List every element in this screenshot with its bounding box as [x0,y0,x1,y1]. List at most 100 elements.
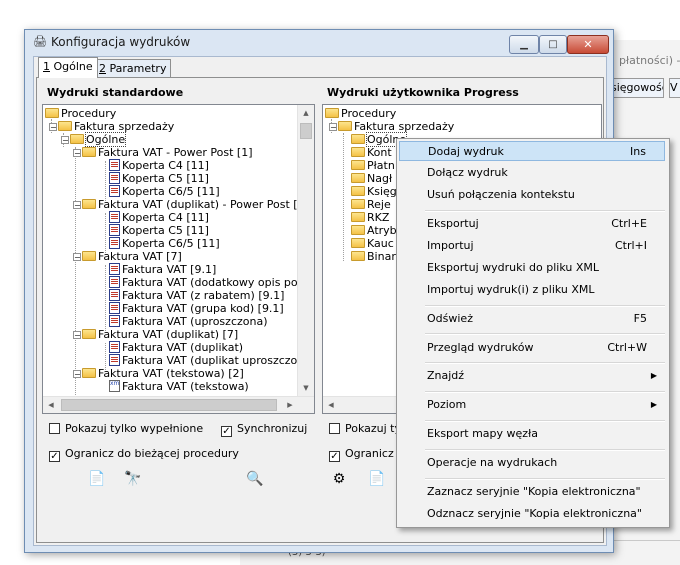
tree-node-vat-discount[interactable]: Faktura VAT (z rabatem) [9.1] [109,289,284,302]
background-v-button[interactable]: V [669,78,680,98]
tree-node-vat-group-code[interactable]: Faktura VAT (grupa kod) [9.1] [109,302,284,315]
checkbox-unchecked-icon[interactable] [49,423,60,434]
tree-node-sales-invoice[interactable]: − Faktura sprzedaży [329,120,454,133]
tree-node-vat-7[interactable]: − Faktura VAT [7] [73,250,182,263]
tree-node-envelope-c65[interactable]: Koperta C6/5 [11] [109,237,220,250]
window-titlebar[interactable]: 🖨 Konfiguracja wydruków ▁ □ ✕ [25,30,613,56]
folder-icon [82,199,96,209]
checkbox-unchecked-icon[interactable] [329,423,340,434]
maximize-button[interactable]: □ [539,35,567,54]
menu-item-refresh[interactable]: Odśwież F5 [399,309,665,329]
tree-node-envelope-c5[interactable]: Koperta C5 [11] [109,172,209,185]
menu-item-shortcut: Ctrl+E [611,217,647,230]
tree-node-label: Płatn [367,159,395,172]
menu-item-find[interactable]: Znajdź ▶ [399,366,665,386]
tree-node-ksieg[interactable]: Księg [351,185,397,198]
menu-item-unmark-electronic-copy[interactable]: Odznacz seryjnie "Kopia elektroniczna" [399,504,665,524]
standard-prints-tree[interactable]: Procedury − Faktura sprzedaży − Ogólne − Fa… [42,104,315,414]
tree-node-atryb[interactable]: Atryb [351,224,397,237]
tree-node-vat-91[interactable]: Faktura VAT [9.1] [109,263,216,276]
menu-item-export-node-map[interactable]: Eksport mapy węzła [399,424,665,444]
tree-node-envelope-c65[interactable]: Koperta C6/5 [11] [109,185,220,198]
tree-node-procedures[interactable]: Procedury [325,107,396,120]
close-icon: ✕ [583,38,593,51]
menu-item-level[interactable]: Poziom ▶ [399,395,665,415]
menu-item-remove-context-links[interactable]: Usuń połączenia kontekstu [399,185,665,205]
scroll-down-icon[interactable]: ▼ [298,380,314,396]
tree-node-platn[interactable]: Płatn [351,159,395,172]
checkbox-checked-icon[interactable]: ✓ [49,451,60,462]
tree-node-vat-text[interactable]: xmlFaktura VAT (tekstowa) [109,380,249,393]
report-icon [109,315,120,327]
user-copy-button[interactable]: 📄 [365,467,389,491]
minimize-icon: ▁ [520,39,528,50]
tree-node-envelope-c4[interactable]: Koperta C4 [11] [109,211,209,224]
menu-item-shortcut: F5 [633,312,647,325]
menu-item-import[interactable]: Importuj Ctrl+I [399,236,665,256]
tree-node-rkz[interactable]: RKZ [351,211,389,224]
tree-node-envelope-c5[interactable]: Koperta C5 [11] [109,224,209,237]
tab-parameters[interactable]: 2 Parametry [94,59,172,78]
collapse-icon[interactable]: − [73,370,81,379]
synchronize-checkbox[interactable]: ✓ Synchronizuj [221,422,307,437]
tree-node-label: Binar [367,250,396,263]
tree-node-vat-duplicate[interactable]: Faktura VAT (duplikat) [109,341,243,354]
menu-item-attach-print[interactable]: Dołącz wydruk [399,163,665,183]
tree-node-vat-duplicate-7[interactable]: − Faktura VAT (duplikat) [7] [73,328,238,341]
tree-node-kont[interactable]: Kont [351,146,392,159]
collapse-icon[interactable]: − [329,123,337,132]
collapse-icon[interactable]: − [73,149,81,158]
folder-icon [351,225,365,235]
minimize-button[interactable]: ▁ [509,35,539,54]
tree-node-vat-text-2[interactable]: − Faktura VAT (tekstowa) [2] [73,367,244,380]
menu-item-add-print[interactable]: Dodaj wydruk Ins [399,141,665,161]
checkbox-checked-icon[interactable]: ✓ [329,451,340,462]
tree-node-nagl[interactable]: Nagł [351,172,392,185]
user-settings-button[interactable]: ⚙ [327,467,351,491]
tree-node-vat-duplicate-power-post[interactable]: − Faktura VAT (duplikat) - Power Post [1] [73,198,309,211]
menu-item-shortcut: Ctrl+W [607,341,647,354]
scroll-left-icon[interactable]: ◀ [323,397,339,413]
standard-tree-vscroll[interactable]: ▲ ▼ [297,105,314,396]
show-only-filled-checkbox[interactable]: Pokazuj tylko wypełnione [49,422,203,435]
tree-node-label: Kont [367,146,392,159]
limit-to-current-procedure-checkbox[interactable]: ✓ Ogranicz do bieżącej procedury [49,447,239,462]
tree-node-procedures[interactable]: Procedury [45,107,116,120]
scroll-up-icon[interactable]: ▲ [298,105,314,121]
tree-node-vat-extra-desc[interactable]: Faktura VAT (dodatkowy opis pozyc [109,276,314,289]
menu-item-export-xml[interactable]: Eksportuj wydruki do pliku XML [399,258,665,278]
tree-node-binar[interactable]: Binar [351,250,396,263]
scroll-left-icon[interactable]: ◀ [43,397,59,413]
standard-tree-hscroll[interactable]: ◀ ▶ [43,396,314,413]
collapse-icon[interactable]: − [73,201,81,210]
tab-parameters-label: Parametry [106,62,167,75]
tree-node-vat-power-post[interactable]: − Faktura VAT - Power Post [1] [73,146,253,159]
checkbox-checked-icon[interactable]: ✓ [221,426,232,437]
tree-node-envelope-c4[interactable]: Koperta C4 [11] [109,159,209,172]
find-binoculars-button[interactable]: 🔭 [121,467,145,491]
menu-item-print-operations[interactable]: Operacje na wydrukach [399,453,665,473]
collapse-icon[interactable]: − [61,136,69,145]
tree-node-vat-duplicate-simplified[interactable]: Faktura VAT (duplikat uproszczonej [109,354,314,367]
collapse-icon[interactable]: − [73,331,81,340]
tree-node-vat-simplified[interactable]: Faktura VAT (uproszczona) [109,315,268,328]
menu-item-print-preview[interactable]: Przegląd wydruków Ctrl+W [399,338,665,358]
scroll-right-icon[interactable]: ▶ [282,397,298,413]
preview-search-button[interactable]: 🔍 [243,467,267,491]
menu-item-import-xml[interactable]: Importuj wydruk(i) z pliku XML [399,280,665,300]
menu-item-export[interactable]: Eksportuj Ctrl+E [399,214,665,234]
background-ksiegowosc-button[interactable]: sięgowość [607,78,664,98]
tree-node-label: Faktura VAT (z rabatem) [9.1] [122,289,285,302]
tree-node-reje[interactable]: Reje [351,198,391,211]
tree-node-kauc[interactable]: Kauc [351,237,394,250]
menu-item-mark-electronic-copy[interactable]: Zaznacz seryjnie "Kopia elektroniczna" [399,482,665,502]
tree-node-sales-invoice[interactable]: − Faktura sprzedaży [49,120,174,133]
scroll-thumb[interactable] [61,399,277,411]
tree-node-general[interactable]: − Ogólne [61,132,127,147]
close-button[interactable]: ✕ [567,35,609,54]
tab-general[interactable]: 1 Ogólne [38,57,98,78]
copy-print-button[interactable]: 📄 [85,467,109,491]
scroll-thumb[interactable] [300,123,312,139]
collapse-icon[interactable]: − [73,253,81,262]
collapse-icon[interactable]: − [49,123,57,132]
